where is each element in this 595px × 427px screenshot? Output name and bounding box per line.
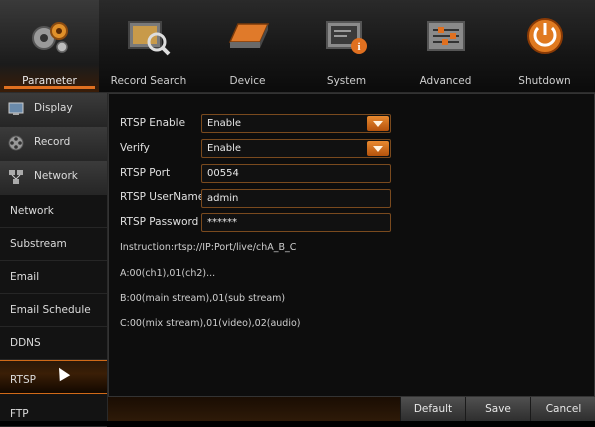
sidebar-item-email[interactable]: Email	[0, 261, 107, 294]
rtsp-port-value: 00554	[207, 168, 239, 179]
active-indicator	[4, 86, 95, 89]
sidebar-item-label: Display	[34, 102, 73, 114]
hard-drive-icon	[228, 23, 270, 48]
rtsp-settings-panel: RTSP Enable Enable Verify Enable RTSP Po…	[108, 93, 595, 397]
rtsp-username-input[interactable]: admin	[201, 189, 391, 208]
toolbar-shutdown[interactable]: Shutdown	[495, 0, 594, 92]
rtsp-enable-label: RTSP Enable	[120, 117, 186, 129]
sidebar-item-label: RTSP	[10, 374, 36, 386]
sidebar-item-network-category[interactable]: Network	[0, 161, 107, 195]
rtsp-username-label: RTSP UserName	[120, 191, 205, 203]
rtsp-port-input[interactable]: 00554	[201, 164, 391, 183]
top-toolbar: Parameter Record Search Device i System …	[0, 0, 595, 93]
monitor-icon	[8, 102, 24, 115]
save-button[interactable]: Save	[465, 397, 530, 421]
sidebar-item-ftp[interactable]: FTP	[0, 394, 107, 427]
sidebar-item-label: Network	[10, 205, 54, 217]
sidebar-item-ddns[interactable]: DDNS	[0, 327, 107, 360]
info-line-b: B:00(main stream),01(sub stream)	[120, 293, 286, 304]
verify-label: Verify	[120, 142, 150, 154]
gears-icon	[32, 22, 68, 53]
sidebar-item-network[interactable]: Network	[0, 195, 107, 228]
sidebar-item-label: Email	[10, 271, 40, 283]
dvr-settings-window: Parameter Record Search Device i System …	[0, 0, 595, 427]
verify-value: Enable	[207, 143, 242, 154]
film-search-icon	[128, 21, 171, 56]
sidebar-item-record[interactable]: Record	[0, 127, 107, 161]
sidebar-item-label: Network	[34, 170, 78, 182]
toolbar-parameter[interactable]: Parameter	[0, 0, 99, 92]
sidebar-item-label: Substream	[10, 238, 67, 250]
default-button[interactable]: Default	[400, 397, 465, 421]
rtsp-port-label: RTSP Port	[120, 167, 171, 179]
toolbar-record-search[interactable]: Record Search	[99, 0, 198, 92]
rtsp-password-input[interactable]: ******	[201, 213, 391, 232]
toolbar-shutdown-label: Shutdown	[518, 75, 571, 87]
rtsp-password-label: RTSP Password	[120, 216, 199, 228]
film-reel-icon	[8, 135, 24, 151]
rtsp-password-value: ******	[207, 217, 237, 228]
toolbar-advanced-label: Advanced	[419, 75, 472, 87]
power-icon	[527, 18, 563, 54]
cancel-button[interactable]: Cancel	[530, 397, 595, 421]
sidebar-item-label: Record	[34, 136, 71, 148]
bottom-button-bar: Default Save Cancel	[108, 397, 595, 421]
rtsp-enable-value: Enable	[207, 118, 242, 129]
info-line-c: C:00(mix stream),01(video),02(audio)	[120, 318, 301, 329]
info-line-a: A:00(ch1),01(ch2)...	[120, 268, 216, 279]
chevron-down-icon[interactable]	[367, 141, 389, 156]
verify-dropdown[interactable]: Enable	[201, 139, 391, 158]
rtsp-username-value: admin	[207, 193, 239, 204]
toolbar-system-label: System	[326, 75, 367, 87]
rtsp-enable-dropdown[interactable]: Enable	[201, 114, 391, 133]
instruction-text: Instruction:rtsp://IP:Port/live/chA_B_C	[120, 242, 297, 253]
svg-text:i: i	[357, 41, 360, 53]
sliders-icon	[427, 21, 465, 51]
sidebar-item-display[interactable]: Display	[0, 93, 107, 127]
toolbar-system[interactable]: i System	[297, 0, 396, 92]
toolbar-device[interactable]: Device	[198, 0, 297, 92]
chevron-down-icon[interactable]	[367, 116, 389, 131]
toolbar-record-search-label: Record Search	[110, 75, 187, 87]
sidebar-item-label: FTP	[10, 408, 29, 420]
sidebar-item-substream[interactable]: Substream	[0, 228, 107, 261]
system-info-icon: i	[326, 21, 367, 54]
sidebar-item-label: Email Schedule	[10, 304, 91, 316]
sidebar-item-label: DDNS	[10, 337, 41, 349]
network-icon	[9, 170, 23, 184]
sidebar-item-email-schedule[interactable]: Email Schedule	[0, 294, 107, 327]
toolbar-device-label: Device	[229, 75, 266, 87]
toolbar-advanced[interactable]: Advanced	[396, 0, 495, 92]
sidebar-item-rtsp[interactable]: RTSP	[0, 360, 107, 394]
